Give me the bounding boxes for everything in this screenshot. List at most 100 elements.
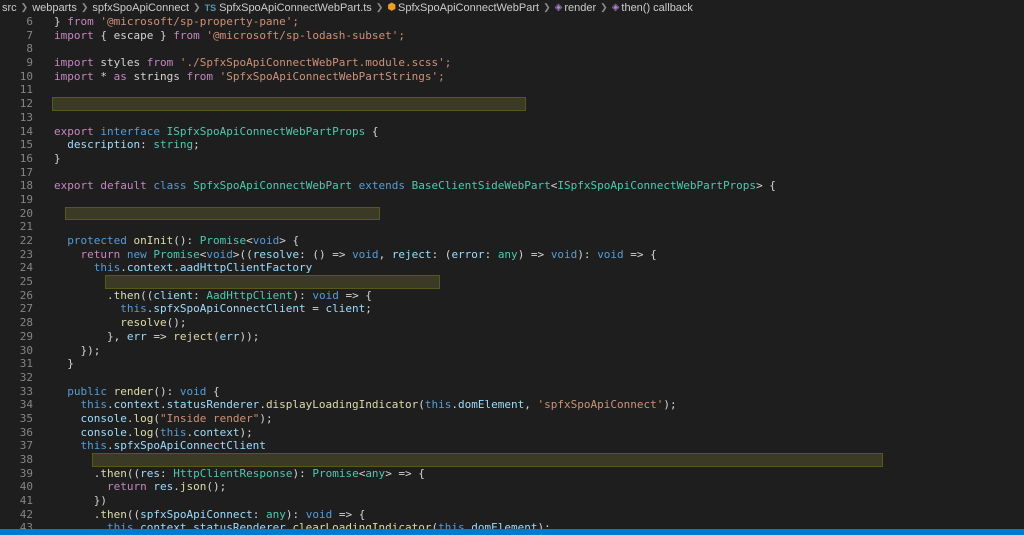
- code-line[interactable]: 7 import { escape } from '@microsoft/sp-l…: [0, 29, 1024, 43]
- code-line[interactable]: 15 description: string;: [0, 138, 1024, 152]
- code-token: }): [54, 494, 107, 508]
- code-text: }): [54, 494, 107, 508]
- breadcrumb-symbol-callback[interactable]: ◈ then() callback: [612, 2, 693, 14]
- code-line[interactable]: 22 protected onInit(): Promise<void> {: [0, 234, 1024, 248]
- code-text: this.spfxSpoApiConnectClient: [54, 439, 265, 453]
- line-number: 23: [19, 247, 33, 261]
- breadcrumb-item-file[interactable]: TS SpfxSpoApiConnectWebPart.ts: [205, 2, 372, 14]
- code-editor[interactable]: 6} from '@microsoft/sp-property-pane'; 7 i…: [0, 15, 1024, 529]
- code-line[interactable]: 17: [0, 166, 1024, 180]
- code-text: export interface ISpfxSpoApiConnectWebPa…: [54, 125, 379, 139]
- code-token: return: [54, 480, 147, 494]
- code-token: any: [497, 247, 518, 261]
- code-token: json: [179, 480, 207, 494]
- code-token: => {: [338, 288, 372, 302]
- chevron-right-icon: ❯: [375, 2, 384, 12]
- code-token: ));: [239, 329, 260, 343]
- code-line[interactable]: 33 public render(): void {: [0, 385, 1024, 399]
- code-line[interactable]: 19: [0, 193, 1024, 207]
- code-line[interactable]: 38 .get('https://spfxfunctionappapi.azur…: [0, 453, 1024, 467]
- code-token: void: [550, 247, 578, 261]
- code-text: return res.json();: [54, 480, 226, 494]
- code-line[interactable]: 37 this.spfxSpoApiConnectClient: [0, 439, 1024, 453]
- code-text: .then((client: AadHttpClient): void => {: [54, 289, 372, 303]
- code-line[interactable]: 12import { AadHttpClient, HttpClientResp…: [0, 97, 1024, 111]
- code-line[interactable]: 6} from '@microsoft/sp-property-pane';: [0, 15, 1024, 29]
- code-token: void: [206, 247, 233, 261]
- code-token: import: [54, 56, 94, 70]
- code-token: new: [126, 247, 147, 261]
- code-token: .: [120, 261, 127, 275]
- code-line[interactable]: 13: [0, 111, 1024, 125]
- code-line[interactable]: 41 }): [0, 494, 1024, 508]
- code-line[interactable]: 26 .then((client: AadHttpClient): void =…: [0, 289, 1024, 303]
- breadcrumb-item-webparts[interactable]: webparts: [32, 2, 77, 14]
- code-token: Promise: [146, 247, 200, 261]
- line-number: 34: [19, 398, 33, 412]
- code-text: });: [54, 344, 100, 358]
- code-line[interactable]: 25 .getClient('b1ef17d3-1958-4381-9fdf-3…: [0, 275, 1024, 289]
- breadcrumb-item-src[interactable]: src: [2, 2, 17, 14]
- code-line[interactable]: 39 .then((res: HttpClientResponse): Prom…: [0, 467, 1024, 481]
- line-number: 43: [19, 521, 33, 529]
- code-line[interactable]: 36 console.log(this.context);: [0, 426, 1024, 440]
- code-line[interactable]: 8: [0, 42, 1024, 56]
- code-token: this: [54, 261, 121, 275]
- code-line[interactable]: 16}: [0, 152, 1024, 166]
- code-text: return new Promise<void>((resolve: () =>…: [54, 247, 656, 262]
- code-token: err: [219, 329, 240, 343]
- code-token: (: [418, 398, 425, 412]
- line-number: 11: [19, 83, 33, 97]
- code-token: > {: [279, 234, 300, 247]
- code-line[interactable]: 35 console.log("Inside render");: [0, 412, 1024, 426]
- code-line[interactable]: 18 export default class SpfxSpoApiConnect…: [0, 179, 1024, 193]
- code-token: context: [126, 261, 174, 275]
- code-line[interactable]: 31 }: [0, 357, 1024, 371]
- code-line[interactable]: 43 this.context.statusRenderer.clearLoad…: [0, 521, 1024, 529]
- code-token: reject: [173, 329, 213, 343]
- code-token: ISpfxSpoApiConnectWebPartProps: [557, 179, 757, 193]
- code-line[interactable]: 40 return res.json();: [0, 480, 1024, 494]
- code-text: .then((spfxSpoApiConnect: any): void => …: [54, 507, 366, 522]
- code-line[interactable]: 10 import * as strings from 'SpfxSpoApiCo…: [0, 70, 1024, 84]
- code-line[interactable]: 9 import styles from './SpfxSpoApiConnect…: [0, 56, 1024, 70]
- code-token: ((: [126, 507, 141, 521]
- code-token: protected: [54, 234, 127, 247]
- code-token: ;: [193, 138, 200, 152]
- code-line[interactable]: 42 .then((spfxSpoApiConnect: any): void …: [0, 508, 1024, 522]
- code-text: protected onInit(): Promise<void> {: [54, 234, 299, 248]
- code-token: .: [259, 398, 266, 412]
- code-line[interactable]: 11: [0, 83, 1024, 97]
- line-number: 20: [19, 206, 33, 220]
- line-number: 13: [19, 110, 33, 124]
- code-token: this: [424, 398, 452, 412]
- code-token: );: [239, 425, 253, 439]
- code-line[interactable]: 34 this.context.statusRenderer.displayLo…: [0, 398, 1024, 412]
- code-line[interactable]: 23 return new Promise<void>((resolve: ()…: [0, 248, 1024, 262]
- code-text: this.context.statusRenderer.displayLoadi…: [54, 398, 677, 412]
- code-line[interactable]: 30 });: [0, 344, 1024, 358]
- code-line[interactable]: 21: [0, 220, 1024, 234]
- code-token: res: [140, 466, 160, 480]
- breadcrumb-symbol-render[interactable]: ◈ render: [555, 2, 597, 14]
- breadcrumb-symbol-class[interactable]: ⬢ SpfxSpoApiConnectWebPart: [387, 2, 539, 14]
- code-token: ();: [166, 316, 187, 330]
- code-token: .: [54, 466, 101, 480]
- code-line[interactable]: 20 private spfxSpoApiConnectClient: AadH…: [0, 206, 1024, 221]
- code-token: resolve: [252, 247, 300, 261]
- code-line[interactable]: 29 }, err => reject(err));: [0, 330, 1024, 344]
- code-token: any: [265, 507, 286, 521]
- code-line[interactable]: 24 this.context.aadHttpClientFactory: [0, 261, 1024, 275]
- code-token: log: [133, 411, 154, 425]
- breadcrumb-item-folder[interactable]: spfxSpoApiConnect: [92, 2, 189, 14]
- line-number: 39: [19, 466, 33, 480]
- code-token: onInit: [126, 234, 174, 247]
- code-line[interactable]: 32: [0, 371, 1024, 385]
- code-line[interactable]: 28 resolve();: [0, 316, 1024, 330]
- code-token: :: [252, 507, 266, 521]
- code-token: );: [663, 398, 677, 412]
- code-line[interactable]: 27 this.spfxSpoApiConnectClient = client…: [0, 302, 1024, 316]
- code-token: as: [113, 69, 127, 83]
- code-token: domElement: [471, 521, 538, 529]
- code-line[interactable]: 14 export interface ISpfxSpoApiConnectWeb…: [0, 125, 1024, 139]
